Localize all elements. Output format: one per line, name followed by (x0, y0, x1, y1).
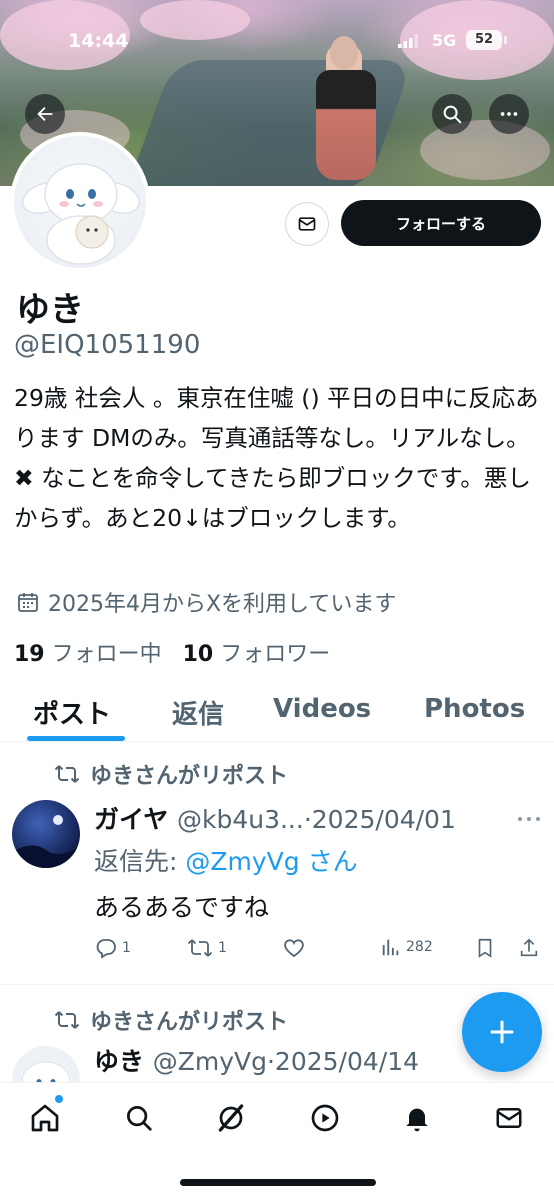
repost-label: ゆきさんがリポスト (90, 1010, 289, 1035)
battery-indicator: 52 (466, 30, 502, 50)
grok-icon (218, 1104, 244, 1132)
following-count: 19 (14, 642, 45, 667)
repost-indicator[interactable]: ゆきさんがリポスト (54, 1004, 288, 1036)
reply-icon (96, 939, 116, 959)
post-author-name[interactable]: ゆき (94, 1047, 144, 1076)
home-indicator (180, 1179, 376, 1186)
compose-post-button[interactable] (462, 992, 542, 1072)
nav-search[interactable] (122, 1101, 156, 1135)
tab-posts[interactable]: ポスト (33, 694, 111, 731)
status-time: 14:44 (68, 30, 129, 52)
post-author-avatar[interactable] (12, 800, 80, 868)
repost-count: 1 (218, 940, 227, 956)
profile-bio: 29歳 社会人 。東京在住嘘 () 平日の日中に反応あります DMのみ。写真通話… (14, 384, 539, 532)
tab-videos[interactable]: Videos (273, 694, 371, 724)
nav-video[interactable] (308, 1101, 342, 1135)
active-tab-indicator (27, 736, 125, 741)
search-icon (443, 105, 462, 124)
reply-to-line: 返信先: @ZmyVg さん (94, 842, 358, 878)
repost-button[interactable]: 1 (186, 936, 227, 960)
search-icon (127, 1106, 152, 1131)
nav-grok[interactable] (214, 1101, 248, 1135)
play-circle-icon (311, 1104, 339, 1132)
bookmark-icon (478, 938, 492, 958)
views-icon (382, 939, 399, 956)
follow-stats: 19 フォロー中 10 フォロワー (14, 636, 330, 668)
night-sky-avatar-icon (12, 800, 80, 868)
reply-to-user-link[interactable]: @ZmyVg さん (185, 847, 357, 876)
followers-link[interactable]: 10 フォロワー (183, 642, 331, 667)
views-button[interactable]: 282 (380, 936, 433, 958)
post-text: あるあるですね (94, 893, 270, 922)
nav-home[interactable] (28, 1101, 62, 1135)
following-link[interactable]: 19 フォロー中 (14, 642, 162, 667)
message-button[interactable] (285, 202, 329, 246)
tab-replies[interactable]: 返信 (172, 694, 224, 731)
network-type: 5G (432, 31, 457, 50)
search-button[interactable] (432, 94, 472, 134)
back-button[interactable] (25, 94, 65, 134)
profile-handle: @EIQ1051190 (14, 330, 201, 360)
signal-icon (398, 34, 418, 48)
cinnamoroll-avatar-icon (22, 163, 140, 265)
repost-label: ゆきさんがリポスト (90, 764, 289, 789)
reply-count: 1 (122, 940, 131, 956)
nav-messages[interactable] (492, 1101, 526, 1135)
more-horizontal-icon (518, 817, 540, 821)
notification-dot (55, 1095, 63, 1103)
followers-count: 10 (182, 642, 214, 667)
following-label: フォロー中 (51, 642, 162, 667)
profile-avatar[interactable] (10, 132, 150, 272)
home-icon (31, 1104, 59, 1132)
post-more-button[interactable] (517, 804, 541, 828)
heart-icon (284, 939, 304, 958)
arrow-left-icon (37, 106, 53, 122)
reply-to-prefix: 返信先: (94, 847, 186, 876)
bottom-navigation (0, 1082, 554, 1200)
calendar-icon (18, 593, 38, 612)
banner-person (316, 70, 376, 180)
bookmark-button[interactable] (474, 936, 496, 960)
joined-text: 2025年4月からXを利用しています (48, 592, 397, 617)
profile-tabs: ポスト 返信 Videos Photos (0, 686, 554, 742)
repost-icon (54, 1011, 80, 1029)
tab-photos[interactable]: Photos (424, 694, 525, 724)
mail-icon (496, 1108, 522, 1128)
post-author-name[interactable]: ガイヤ (94, 805, 168, 834)
bell-icon (406, 1108, 428, 1132)
post-meta: @ZmyVg·2025/04/14 (152, 1047, 420, 1076)
post-meta: @kb4u3...·2025/04/01 (176, 805, 456, 834)
reply-button[interactable]: 1 (94, 936, 131, 960)
post-divider (0, 984, 554, 985)
battery-tip (504, 36, 507, 44)
plus-icon (490, 1020, 514, 1044)
post-actions: 1 1 282 (0, 936, 554, 968)
view-count: 282 (406, 939, 433, 955)
followers-label: フォロワー (220, 642, 331, 667)
nav-notifications[interactable] (400, 1101, 434, 1135)
repost-icon (187, 939, 213, 957)
mail-icon (298, 217, 316, 231)
share-button[interactable] (518, 936, 540, 960)
post-author-line: ゆき @ZmyVg·2025/04/14 (94, 1042, 419, 1078)
share-icon (520, 938, 538, 957)
repost-indicator[interactable]: ゆきさんがリポスト (54, 758, 288, 790)
follow-button[interactable]: フォローする (341, 200, 541, 246)
like-button[interactable] (282, 936, 306, 960)
more-horizontal-icon (500, 112, 518, 116)
profile-name: ゆき (16, 290, 84, 330)
repost-icon (54, 765, 80, 783)
status-bar: 14:44 5G 52 (0, 0, 554, 80)
post-author-line: ガイヤ @kb4u3...·2025/04/01 (94, 800, 456, 836)
more-button[interactable] (489, 94, 529, 134)
joined-date: 2025年4月からXを利用しています (16, 586, 396, 618)
